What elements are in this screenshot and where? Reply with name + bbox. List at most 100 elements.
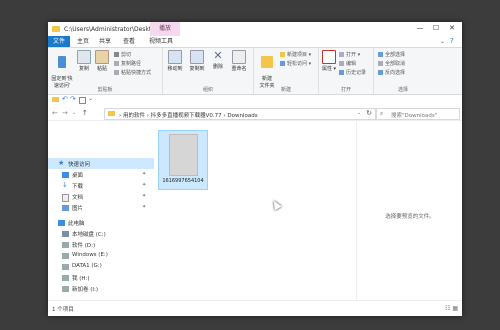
easy-access-icon	[280, 61, 285, 66]
quick-access-toolbar: ↶ ↷ ⌄	[48, 95, 462, 105]
history-button[interactable]: 历史记录	[339, 69, 366, 76]
chevron-down-icon[interactable]: ⌄	[440, 38, 445, 45]
nav-drive-g[interactable]: DATA1 (G:)	[48, 261, 154, 272]
download-icon: ↓	[62, 181, 68, 189]
rename-icon	[232, 50, 246, 64]
paste-icon	[95, 50, 109, 64]
move-to-button[interactable]: 移动到	[165, 50, 185, 72]
nav-pictures[interactable]: 图片 ✦	[48, 202, 154, 213]
tab-video-tools[interactable]: 视频工具	[146, 36, 176, 47]
paste-button[interactable]: 粘贴	[94, 50, 110, 72]
copy-to-button[interactable]: 复制到	[187, 50, 207, 72]
properties-button[interactable]: 属性 ▾	[321, 50, 337, 72]
edit-button[interactable]: 编辑	[339, 60, 356, 67]
history-icon	[339, 70, 344, 75]
rename-button[interactable]: 重命名	[229, 50, 249, 72]
picture-icon	[62, 205, 69, 211]
path-icon	[114, 61, 119, 66]
view-toggle-icons[interactable]: ☷ ▦	[445, 305, 458, 312]
forward-icon[interactable]: →	[62, 109, 68, 117]
nav-drive-c[interactable]: 本地磁盘 (C:)	[48, 228, 154, 239]
computer-icon	[58, 220, 65, 226]
organize-group: 移动到 复制到 ✕ 删除 重命名 组织	[163, 48, 254, 94]
invert-selection-button[interactable]: 反向选择	[378, 69, 405, 76]
drive-icon	[62, 231, 69, 237]
open-button[interactable]: 打开 ▾	[339, 51, 360, 58]
copy-button[interactable]: 复制	[76, 50, 92, 72]
pin-quick-access-button[interactable]: 固定到'快 速访问'	[50, 50, 74, 89]
checkbox-icon[interactable]	[79, 97, 86, 104]
nav-desktop[interactable]: 桌面 ✦	[48, 169, 154, 180]
new-item-button[interactable]: 新建项目 ▾	[280, 51, 311, 58]
nav-this-pc[interactable]: 此电脑	[48, 217, 154, 228]
clipboard-group: 固定到'快 速访问' 复制 粘贴 剪切 复制路径 粘贴快捷方式 剪贴板	[48, 48, 163, 94]
open-icon	[339, 52, 344, 57]
pin-icon[interactable]: ✦	[142, 171, 146, 177]
pin-icon[interactable]: ✦	[142, 204, 146, 210]
back-icon[interactable]: ←	[52, 109, 58, 117]
address-bar[interactable]: › 用的软件 › 抖多多直播视频下载器V0.77 › Downloads ⌄ ↻	[104, 108, 376, 120]
select-group-label: 选择	[397, 87, 408, 93]
drive-icon	[62, 275, 69, 281]
new-item-icon	[280, 52, 285, 57]
new-folder-icon	[261, 56, 273, 68]
move-icon	[168, 50, 182, 64]
nav-drive-d[interactable]: 软件 (D:)	[48, 239, 154, 250]
select-none-button[interactable]: 全部取消	[378, 60, 405, 67]
undo-icon[interactable]: ↶	[62, 95, 68, 103]
help-icon[interactable]: ?	[450, 37, 454, 45]
new-group-label: 新建	[280, 87, 291, 93]
copy-icon	[77, 50, 91, 64]
title-bar: C:\Users\Administrator\Deskto... 播放 — ☐ …	[48, 22, 462, 36]
delete-button[interactable]: ✕ 删除	[209, 49, 227, 71]
refresh-icon[interactable]: ↻	[366, 109, 372, 117]
document-icon	[62, 194, 69, 202]
cut-button[interactable]: 剪切	[114, 51, 131, 58]
select-all-icon	[378, 52, 383, 57]
tab-view[interactable]: 查看	[120, 36, 138, 47]
folder-icon	[52, 26, 60, 32]
recent-dropdown-icon[interactable]: ⌄	[72, 110, 76, 116]
clipboard-group-label: 剪贴板	[97, 87, 113, 93]
search-placeholder: 搜索"Downloads"	[391, 113, 438, 119]
tab-home[interactable]: 主页	[74, 36, 92, 47]
nav-quick-access[interactable]: ★ 快速访问	[48, 158, 154, 169]
new-folder-button[interactable]: 新建 文件夹	[256, 50, 278, 89]
minimize-button[interactable]: —	[414, 24, 426, 32]
nav-drive-e[interactable]: Windows (E:)	[48, 250, 154, 261]
easy-access-button[interactable]: 轻松访问 ▾	[280, 60, 311, 67]
qat-dropdown-icon[interactable]: ⌄	[88, 95, 93, 102]
scissors-icon	[114, 52, 119, 57]
close-button[interactable]: ✕	[446, 24, 458, 32]
breadcrumb: › 用的软件 › 抖多多直播视频下载器V0.77 › Downloads	[119, 113, 258, 119]
open-group: 属性 ▾ 打开 ▾ 编辑 历史记录 打开	[319, 48, 374, 94]
preview-message: 选择要预览的文件。	[385, 214, 435, 220]
search-input[interactable]: ⌕ 搜索"Downloads"	[376, 108, 460, 120]
copy-path-button[interactable]: 复制路径	[114, 60, 141, 67]
drive-icon	[62, 286, 69, 292]
drive-icon	[62, 253, 69, 259]
tab-file[interactable]: 文件	[48, 36, 70, 47]
up-icon[interactable]: ↑	[82, 109, 88, 117]
file-item[interactable]: 1616997654104	[158, 130, 208, 190]
address-dropdown-icon[interactable]: ⌄	[357, 110, 361, 116]
address-bar-row: ← → ⌄ ↑ › 用的软件 › 抖多多直播视频下载器V0.77 › Downl…	[48, 106, 462, 121]
delete-icon: ✕	[213, 49, 223, 62]
maximize-button[interactable]: ☐	[430, 24, 442, 32]
pin-icon[interactable]: ✦	[142, 193, 146, 199]
ribbon: 固定到'快 速访问' 复制 粘贴 剪切 复制路径 粘贴快捷方式 剪贴板 移动到	[48, 48, 462, 95]
nav-drive-i[interactable]: 新加卷 (I:)	[48, 283, 154, 294]
nav-downloads[interactable]: ↓ 下载 ✦	[48, 180, 154, 191]
explorer-window: C:\Users\Administrator\Deskto... 播放 — ☐ …	[48, 22, 462, 316]
paste-shortcut-button[interactable]: 粘贴快捷方式	[114, 69, 151, 76]
select-all-button[interactable]: 全部选择	[378, 51, 405, 58]
redo-icon[interactable]: ↷	[70, 95, 76, 103]
nav-documents[interactable]: 文档 ✦	[48, 191, 154, 202]
pin-icon[interactable]: ✦	[142, 182, 146, 188]
tab-play[interactable]: 播放	[150, 22, 180, 36]
tab-share[interactable]: 共享	[96, 36, 114, 47]
item-count: 1 个项目	[52, 307, 74, 313]
nav-drive-h[interactable]: 我 (H:)	[48, 272, 154, 283]
properties-icon	[322, 50, 336, 64]
preview-pane: 选择要预览的文件。	[356, 122, 462, 300]
